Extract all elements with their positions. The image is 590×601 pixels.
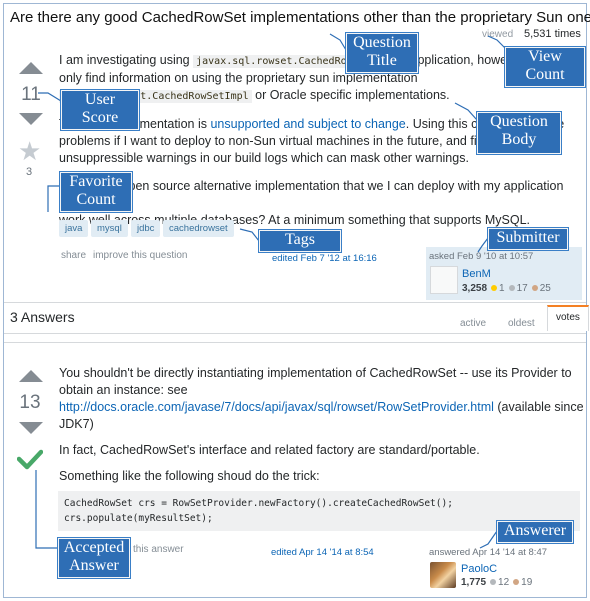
callout-submitter: Submitter xyxy=(488,228,568,250)
callout-text: Answerer xyxy=(503,522,567,539)
callout-accepted-answer: Accepted Answer xyxy=(58,538,130,578)
callout-text: Count xyxy=(525,66,565,83)
callout-question-body: Question Body xyxy=(477,112,561,154)
callout-view-count: View Count xyxy=(505,47,585,87)
callout-text: Submitter xyxy=(496,229,560,246)
callout-text: Body xyxy=(501,131,537,148)
callout-favorite-count: Favorite Count xyxy=(60,172,132,212)
callout-user-score: User Score xyxy=(61,90,139,130)
callout-text: Answer xyxy=(69,557,119,574)
callout-text: Tags xyxy=(285,231,315,248)
callout-text: User xyxy=(84,91,116,108)
callout-text: Question xyxy=(490,113,548,130)
callout-text: Question xyxy=(353,34,411,51)
callout-text: Accepted xyxy=(63,539,125,556)
callout-question-title: Question Title xyxy=(346,33,418,73)
callout-answerer: Answerer xyxy=(497,521,573,543)
callout-text: Score xyxy=(81,109,119,126)
callout-text: Count xyxy=(76,191,116,208)
callout-text: Title xyxy=(367,52,397,69)
callout-text: Favorite xyxy=(69,173,123,190)
callout-text: View xyxy=(528,48,562,65)
callout-tags: Tags xyxy=(259,230,341,252)
